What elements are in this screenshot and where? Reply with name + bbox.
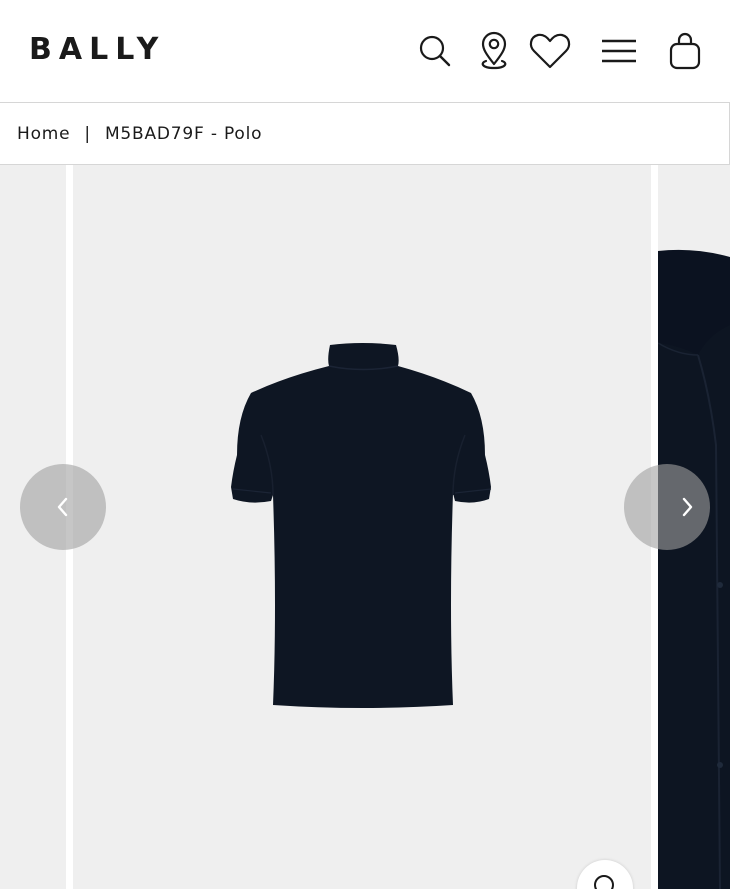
breadcrumb: Home | M5BAD79F - Polo xyxy=(0,103,730,165)
bally-logo[interactable]: BALLY xyxy=(29,33,165,67)
chevron-right-icon xyxy=(682,497,693,517)
breadcrumb-current-page: M5BAD79F - Polo xyxy=(104,123,263,144)
zoom-icon xyxy=(594,875,614,889)
wishlist-button[interactable] xyxy=(527,28,573,74)
site-header: BALLY xyxy=(0,0,730,103)
search-button[interactable] xyxy=(412,28,458,74)
menu-button[interactable] xyxy=(596,28,642,74)
breadcrumb-separator: | xyxy=(84,123,91,144)
shopping-bag-button[interactable] xyxy=(662,28,708,74)
search-icon xyxy=(419,35,451,67)
heart-icon xyxy=(529,33,571,69)
chevron-left-icon xyxy=(57,497,68,517)
store-locator-button[interactable] xyxy=(471,28,517,74)
breadcrumb-home-link[interactable]: Home xyxy=(17,124,70,144)
previous-image-button[interactable] xyxy=(20,464,106,550)
store-locator-icon xyxy=(481,31,507,70)
main-product-image[interactable] xyxy=(73,165,651,889)
hamburger-menu-icon xyxy=(602,39,636,63)
polo-shirt-back-image xyxy=(231,343,492,708)
shopping-bag-icon xyxy=(669,32,701,70)
product-image-gallery[interactable] xyxy=(0,165,730,889)
next-image-button[interactable] xyxy=(624,464,710,550)
